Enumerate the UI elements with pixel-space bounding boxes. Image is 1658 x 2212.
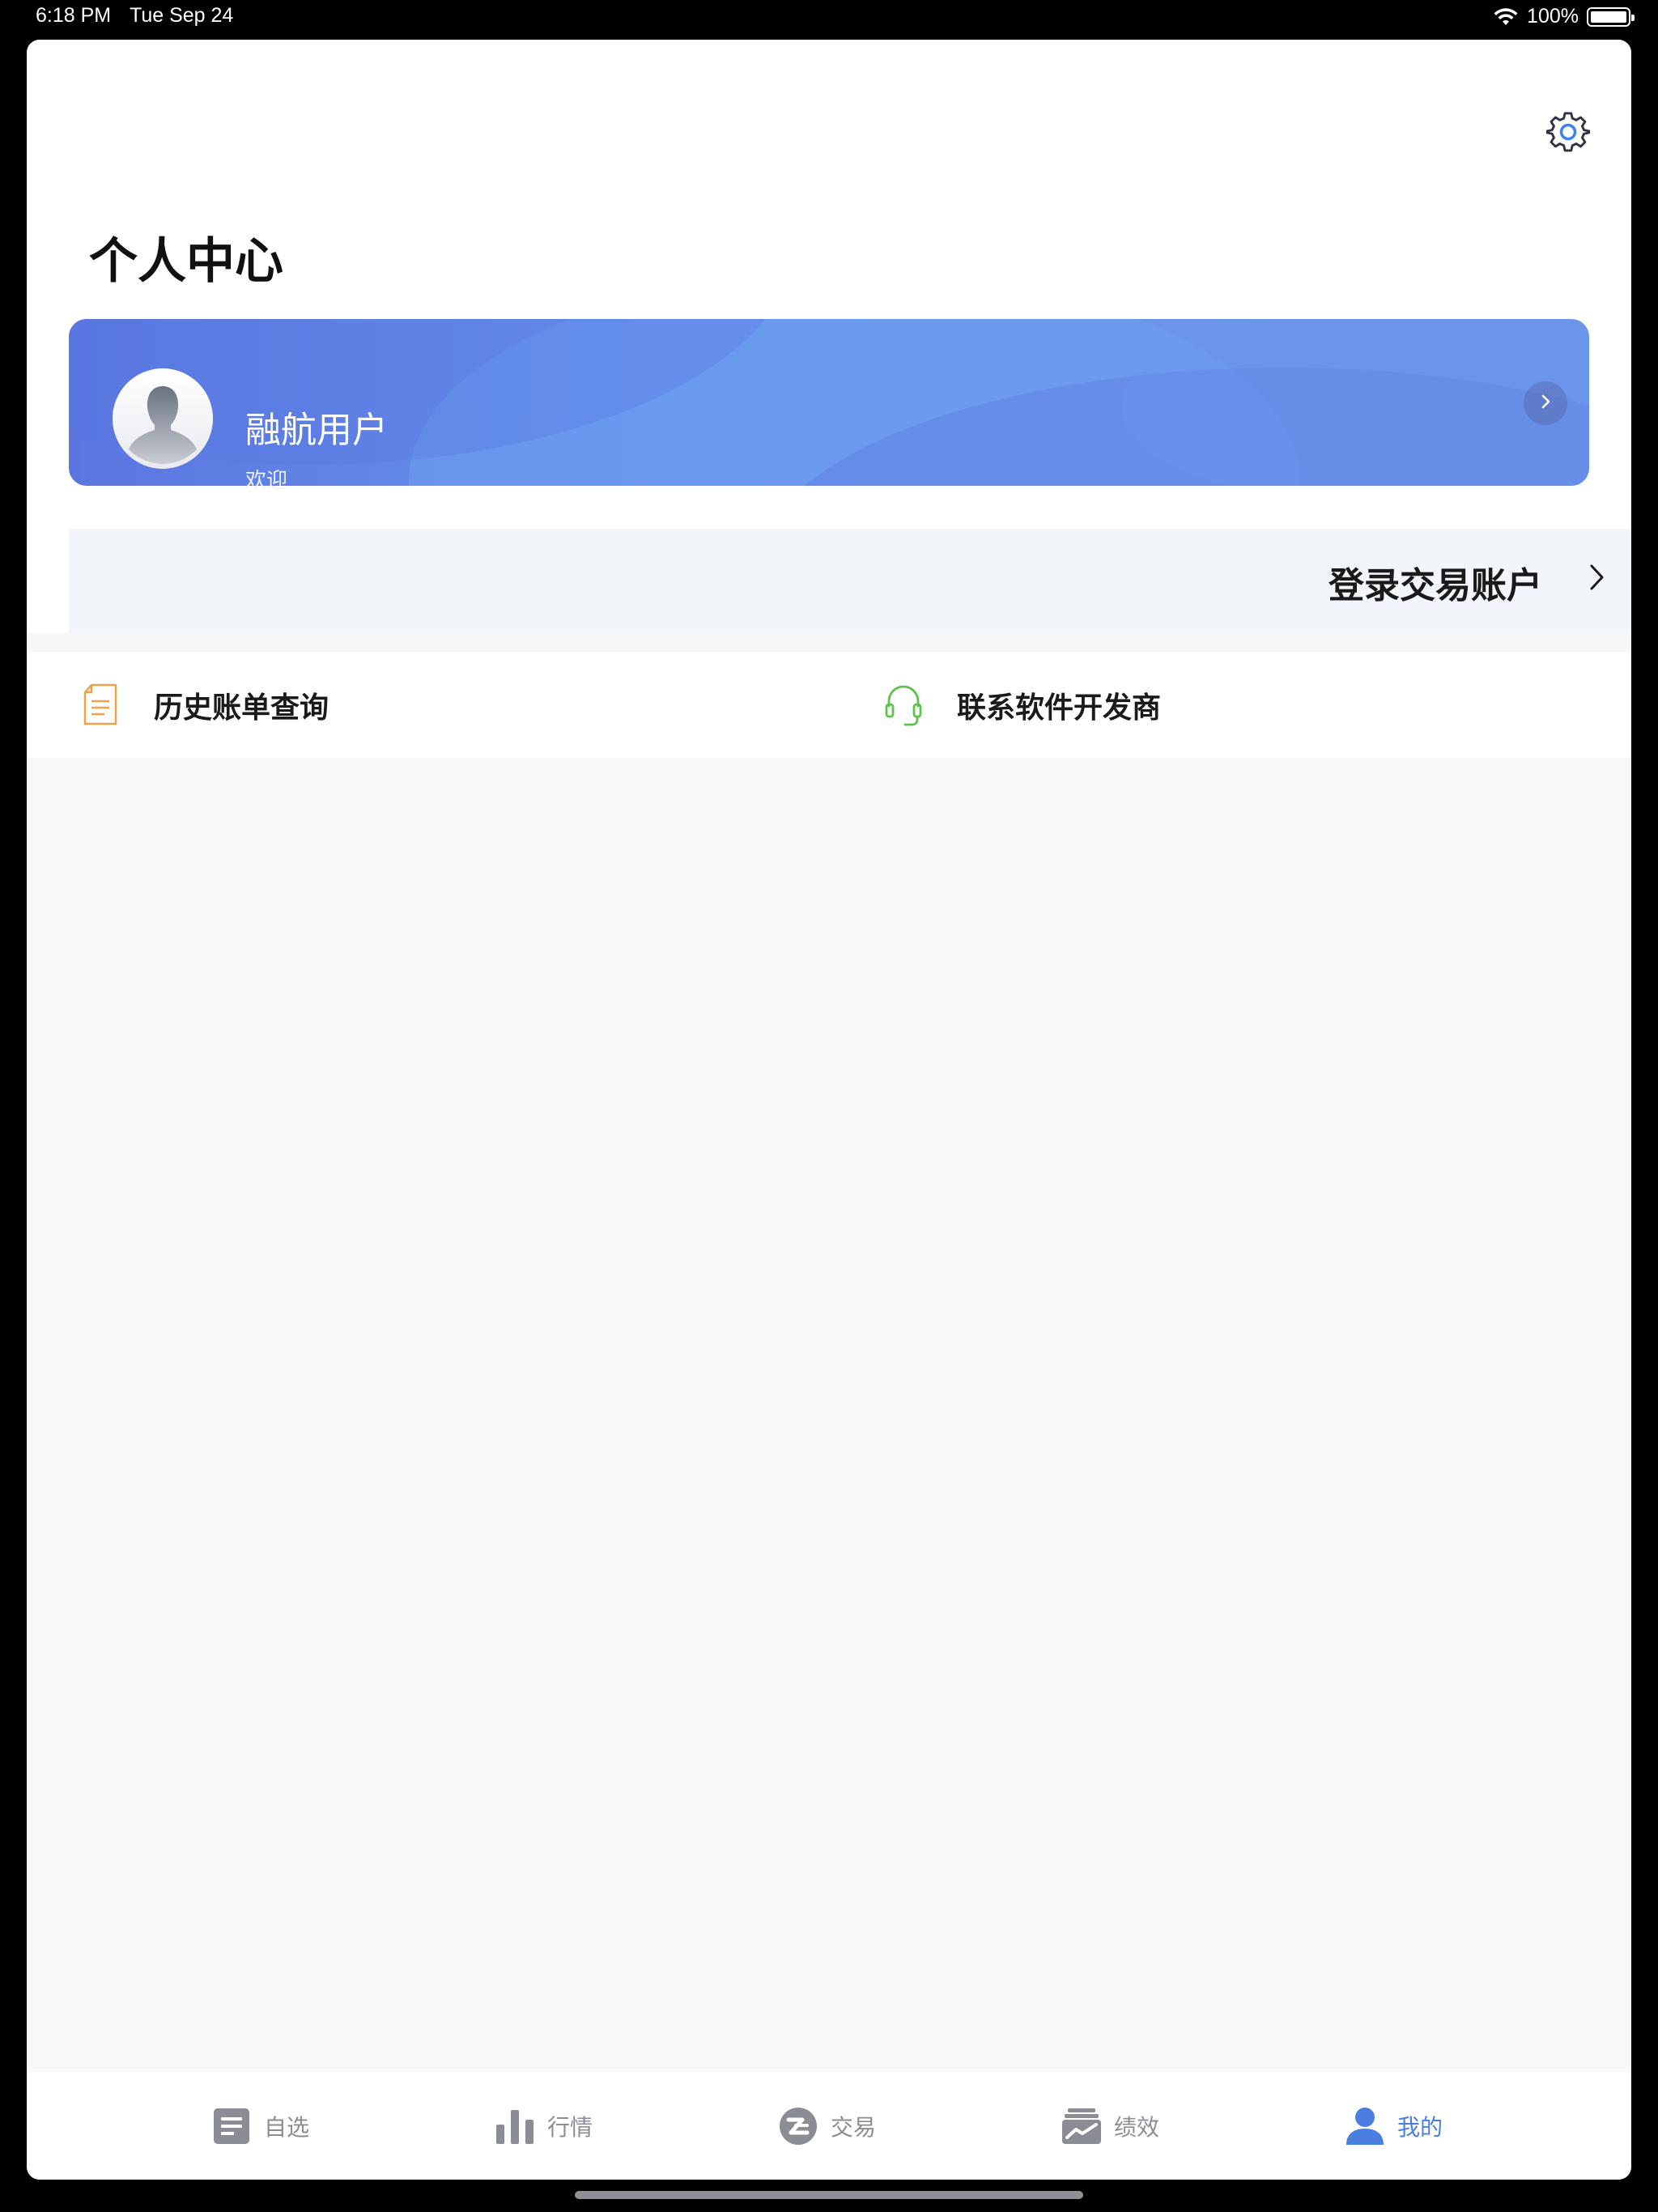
section-divider	[27, 633, 1631, 652]
user-icon	[1344, 2105, 1386, 2147]
battery-icon	[1587, 6, 1635, 27]
app-sheet: 个人中心 融航用户 欢迎 登录交易账户 历史账单查询 联系软件开发商 自选 行情…	[27, 40, 1631, 2180]
history-bill-label: 历史账单查询	[154, 691, 329, 725]
performance-icon	[1061, 2105, 1103, 2147]
wifi-icon	[1493, 7, 1519, 27]
battery-percent: 100%	[1527, 5, 1579, 28]
tab-mine[interactable]: 我的	[1344, 2072, 1443, 2180]
tab-trade[interactable]: 交易	[777, 2072, 876, 2180]
status-date: Tue Sep 24	[130, 4, 234, 27]
avatar[interactable]	[113, 368, 213, 469]
trade-icon	[777, 2105, 819, 2147]
login-trading-account-label: 登录交易账户	[1329, 565, 1542, 606]
tab-label: 自选	[264, 2113, 310, 2141]
status-time: 6:18 PM	[36, 4, 112, 27]
tab-label: 我的	[1397, 2113, 1443, 2141]
tab-label: 绩效	[1114, 2113, 1160, 2141]
chevron-right-icon	[1588, 561, 1607, 597]
profile-detail-button[interactable]	[1524, 381, 1567, 425]
tab-bar: 自选 行情 交易 绩效 我的	[27, 2072, 1631, 2180]
headset-icon	[883, 683, 924, 728]
profile-name: 融航用户	[245, 410, 388, 451]
tab-label: 交易	[831, 2113, 877, 2141]
tab-label: 行情	[547, 2113, 593, 2141]
profile-subtitle: 欢迎	[245, 469, 288, 493]
watchlist-icon	[210, 2105, 253, 2147]
menu-row: 历史账单查询 联系软件开发商	[27, 652, 1631, 758]
tab-performance[interactable]: 绩效	[1061, 2072, 1159, 2180]
contact-developer-item[interactable]: 联系软件开发商	[883, 652, 1161, 758]
home-indicator[interactable]	[575, 2191, 1083, 2199]
document-icon	[80, 683, 121, 728]
gear-icon	[1545, 110, 1591, 157]
history-bill-item[interactable]: 历史账单查询	[80, 652, 329, 758]
page-title: 个人中心	[89, 234, 283, 288]
chevron-right-icon	[1537, 393, 1554, 414]
settings-button[interactable]	[1545, 110, 1592, 157]
market-chart-icon	[494, 2105, 536, 2147]
status-bar: 6:18 PM Tue Sep 24 100%	[0, 0, 1658, 36]
tab-watchlist[interactable]: 自选	[210, 2072, 309, 2180]
status-indicators: 100%	[1493, 5, 1635, 28]
login-trading-account-row[interactable]: 登录交易账户	[69, 529, 1631, 634]
contact-developer-label: 联系软件开发商	[957, 691, 1162, 725]
tab-market[interactable]: 行情	[494, 2072, 593, 2180]
